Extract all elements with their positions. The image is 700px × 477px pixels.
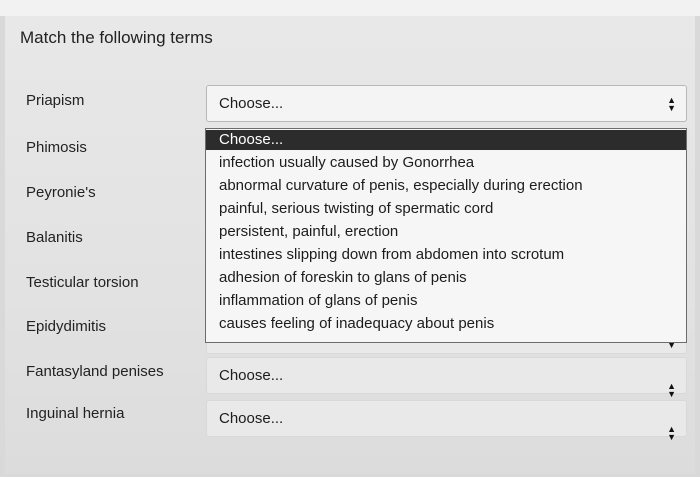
priapism-select-value: Choose... [219, 95, 284, 112]
priapism-dropdown-list: Choose... infection usually caused by Go… [205, 128, 687, 343]
dropdown-option[interactable]: Choose... [206, 130, 686, 150]
select-arrows-icon: ▲ ▼ [667, 95, 676, 113]
dropdown-option[interactable]: adhesion of foreskin to glans of penis [206, 268, 686, 288]
dropdown-option[interactable]: painful, serious twisting of spermatic c… [206, 199, 686, 219]
select-arrows-icon: ▲ ▼ [667, 381, 676, 399]
question-heading: Match the following terms [20, 28, 213, 47]
dropdown-option[interactable]: causes feeling of inadequacy about penis [206, 314, 686, 334]
top-band [0, 0, 700, 16]
fantasyland-penises-select[interactable]: Choose... ▲ ▼ [206, 357, 687, 399]
term-priapism: Priapism [26, 92, 85, 109]
term-epidydimitis: Epidydimitis [26, 318, 107, 335]
term-balanitis: Balanitis [26, 229, 83, 246]
inguinal-hernia-select[interactable]: Choose... ▲ ▼ [206, 400, 687, 442]
dropdown-option[interactable]: persistent, painful, erection [206, 222, 686, 242]
term-peyronies: Peyronie's [26, 184, 96, 201]
term-fantasyland-penises: Fantasyland penises [26, 363, 164, 380]
dropdown-option[interactable]: abnormal curvature of penis, especially … [206, 176, 686, 196]
term-testicular-torsion: Testicular torsion [26, 274, 139, 291]
fantasyland-select-value: Choose... [219, 367, 284, 384]
priapism-select[interactable]: Choose... ▲ ▼ [206, 85, 687, 122]
term-phimosis: Phimosis [26, 139, 87, 156]
dropdown-option[interactable]: inflammation of glans of penis [206, 291, 686, 311]
dropdown-option[interactable]: intestines slipping down from abdomen in… [206, 245, 686, 265]
hernia-select-value: Choose... [219, 410, 284, 427]
dropdown-option[interactable]: infection usually caused by Gonorrhea [206, 153, 686, 173]
select-arrows-icon: ▲ ▼ [667, 424, 676, 442]
term-inguinal-hernia: Inguinal hernia [26, 405, 125, 422]
